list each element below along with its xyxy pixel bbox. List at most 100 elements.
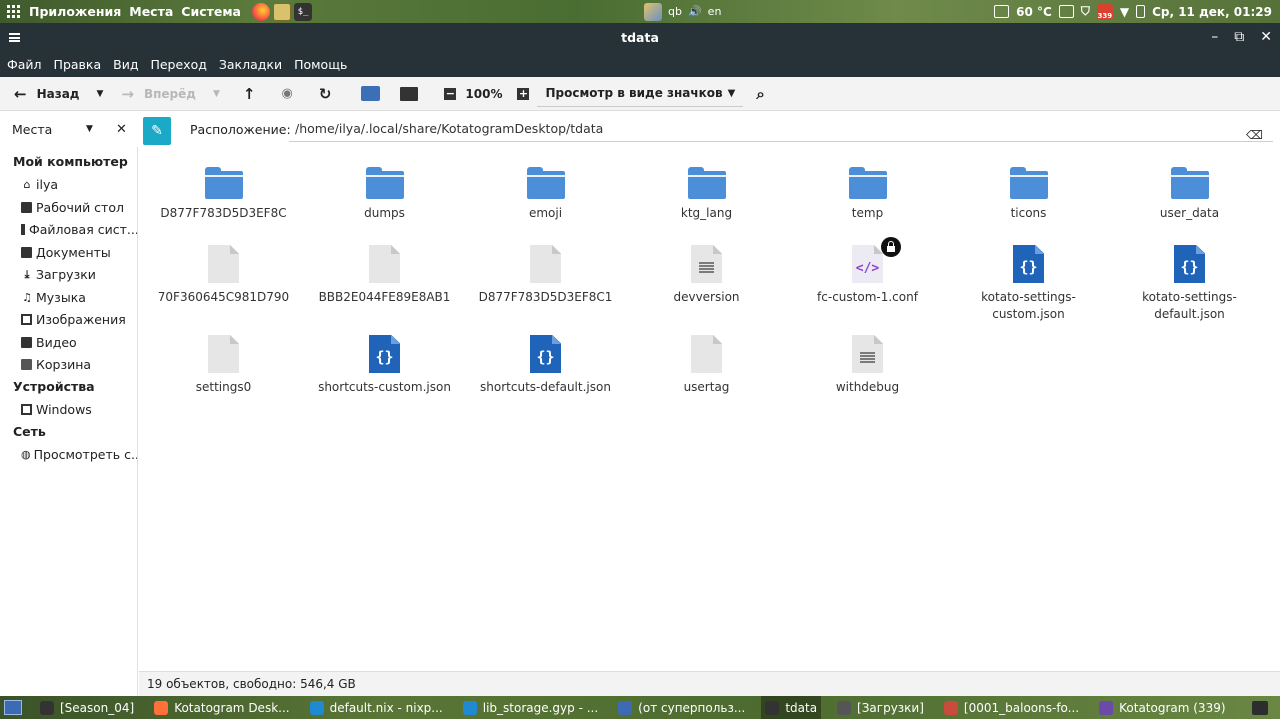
- sidebar-item-videos[interactable]: Видео: [0, 331, 137, 354]
- menu-help[interactable]: Помощь: [294, 57, 347, 72]
- file-item[interactable]: emoji: [465, 161, 626, 222]
- file-item[interactable]: usertag: [626, 335, 787, 396]
- file-item[interactable]: D877F783D5D3EF8C: [143, 161, 304, 222]
- zoom-in-icon[interactable]: +: [517, 87, 530, 100]
- view-mode-label: Просмотр в виде значков: [545, 86, 723, 100]
- file-item[interactable]: dumps: [304, 161, 465, 222]
- network-globe-icon: ◍: [21, 448, 31, 462]
- taskbar-item[interactable]: tdata: [761, 696, 822, 719]
- file-item[interactable]: D877F783D5D3EF8C1: [465, 245, 626, 306]
- battery-icon[interactable]: [1136, 5, 1146, 18]
- sidebar-close-icon[interactable]: ✕: [116, 122, 127, 137]
- computer-icon[interactable]: [400, 86, 419, 101]
- file-item[interactable]: </> fc-custom-1.conf: [787, 237, 948, 306]
- taskbar-item[interactable]: Kotatogram (339): [1095, 696, 1229, 719]
- menu-bookmarks[interactable]: Закладки: [219, 57, 282, 72]
- sidebar-item-pictures[interactable]: Изображения: [0, 309, 137, 332]
- task-label: (от суперпольз...: [638, 700, 746, 715]
- file-item[interactable]: devversion: [626, 245, 787, 306]
- panel-menu-system[interactable]: Система: [181, 4, 241, 19]
- terminal-launcher-icon[interactable]: $_: [293, 2, 312, 21]
- panel-menu-places[interactable]: Места: [129, 4, 173, 19]
- show-desktop-icon[interactable]: [4, 700, 22, 715]
- file-item[interactable]: 70F360645C981D790: [143, 245, 304, 306]
- sidebar-item-browse-network[interactable]: ◍ Просмотреть с...: [0, 444, 137, 467]
- back-history-dropdown-icon[interactable]: ▼: [96, 89, 103, 99]
- notes-launcher-icon[interactable]: [272, 2, 291, 21]
- home-folder-icon[interactable]: [361, 86, 381, 101]
- file-item[interactable]: {} shortcuts-default.json: [465, 335, 626, 396]
- reload-icon[interactable]: ↻: [319, 85, 332, 103]
- sidebar-item-desktop[interactable]: Рабочий стол: [0, 196, 137, 219]
- file-name: kotato-settings-default.json: [1142, 290, 1237, 321]
- stop-icon[interactable]: ◉: [281, 86, 292, 101]
- file-item[interactable]: {} kotato-settings-custom.json: [948, 245, 1109, 323]
- shield-icon[interactable]: ⛉: [1081, 4, 1090, 19]
- maximize-icon[interactable]: ⧉: [1234, 29, 1244, 45]
- sidebar-item-home[interactable]: ⌂ ilya: [0, 174, 137, 197]
- json-file-icon: {}: [1013, 245, 1044, 283]
- keyboard-layout[interactable]: en: [708, 5, 722, 18]
- menu-view[interactable]: Вид: [113, 57, 138, 72]
- taskbar-files-icon[interactable]: [1252, 700, 1268, 715]
- minimize-icon[interactable]: –: [1211, 29, 1218, 45]
- menu-file[interactable]: Файл: [7, 57, 42, 72]
- file-item[interactable]: {} shortcuts-custom.json: [304, 335, 465, 396]
- apps-grid-icon[interactable]: [7, 4, 21, 19]
- mail-icon[interactable]: [1058, 5, 1074, 18]
- wifi-icon[interactable]: ▼: [1120, 5, 1129, 19]
- cpu-monitor-icon[interactable]: [994, 5, 1010, 18]
- sidebar-item-label: Просмотреть с...: [33, 447, 137, 463]
- close-icon[interactable]: ✕: [1260, 29, 1272, 45]
- sidebar-item-trash[interactable]: Корзина: [0, 354, 137, 377]
- file-name: emoji: [528, 206, 563, 220]
- sidebar-item-music[interactable]: ♫ Музыка: [0, 286, 137, 309]
- file-item[interactable]: settings0: [143, 335, 304, 396]
- qbittorrent-tray-icon[interactable]: qb: [668, 5, 682, 18]
- clear-location-icon[interactable]: ⌫: [1246, 122, 1263, 148]
- forward-button[interactable]: → Вперёд: [121, 81, 196, 107]
- edit-location-button[interactable]: ✎: [143, 117, 171, 145]
- firefox-launcher-icon[interactable]: [251, 2, 270, 21]
- taskbar-item[interactable]: [0001_baloons-fo...: [940, 696, 1083, 719]
- notification-badge[interactable]: 339: [1096, 3, 1113, 20]
- titlebar[interactable]: tdata – ⧉ ✕: [0, 23, 1280, 51]
- file-item[interactable]: ktg_lang: [626, 161, 787, 222]
- file-item[interactable]: {} kotato-settings-default.json: [1109, 245, 1270, 323]
- file-item[interactable]: user_data: [1109, 161, 1270, 222]
- location-input[interactable]: /home/ilya/.local/share/KotatogramDeskto…: [289, 116, 1273, 142]
- menu-go[interactable]: Переход: [150, 57, 206, 72]
- taskbar-item[interactable]: (от суперпольз...: [614, 696, 749, 719]
- sidebar-mode-dropdown-icon[interactable]: ▼: [86, 124, 93, 134]
- taskbar-item[interactable]: Kotatogram Desk...: [150, 696, 293, 719]
- file-name: devversion: [673, 290, 740, 304]
- clock[interactable]: Ср, 11 дек, 01:29: [1152, 5, 1272, 19]
- file-icon-view[interactable]: D877F783D5D3EF8C dumps emoji ktg_lang temp ti…: [139, 147, 1280, 667]
- json-file-icon: {}: [530, 335, 561, 373]
- taskbar-item[interactable]: [Загрузки]: [833, 696, 928, 719]
- up-arrow-icon[interactable]: ↑: [243, 85, 256, 103]
- drive-icon: [21, 224, 25, 236]
- panel-menu-applications[interactable]: Приложения: [29, 4, 121, 19]
- file-name: usertag: [683, 380, 730, 394]
- search-icon[interactable]: ⌕: [756, 85, 764, 103]
- sidebar-item-filesystem[interactable]: Файловая сист...: [0, 219, 137, 242]
- taskbar-item[interactable]: default.nix - nixp...: [306, 696, 447, 719]
- file-item[interactable]: withdebug: [787, 335, 948, 396]
- tray-app-icon[interactable]: [644, 2, 662, 21]
- taskbar-item[interactable]: [Season_04]: [36, 696, 138, 719]
- back-button[interactable]: ← Назад: [14, 81, 79, 107]
- taskbar-item[interactable]: lib_storage.gyp - ...: [459, 696, 602, 719]
- sidebar-item-documents[interactable]: Документы: [0, 241, 137, 264]
- forward-history-dropdown-icon[interactable]: ▼: [213, 89, 220, 99]
- task-app-icon: [765, 700, 780, 715]
- zoom-out-icon[interactable]: −: [444, 87, 457, 100]
- volume-icon[interactable]: 🔊: [688, 5, 702, 18]
- file-item[interactable]: temp: [787, 161, 948, 222]
- file-item[interactable]: BBB2E044FE89E8AB1: [304, 245, 465, 306]
- sidebar-item-windows[interactable]: Windows: [0, 399, 137, 422]
- file-item[interactable]: ticons: [948, 161, 1109, 222]
- view-mode-select[interactable]: Просмотр в виде значков ▼: [537, 81, 744, 107]
- menu-edit[interactable]: Правка: [54, 57, 102, 72]
- sidebar-item-downloads[interactable]: ⤓ Загрузки: [0, 264, 137, 287]
